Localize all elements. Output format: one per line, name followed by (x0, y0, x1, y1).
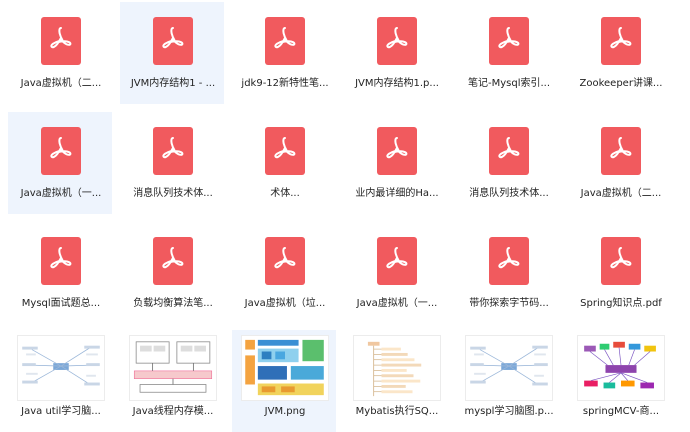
pdf-acrobat-icon (50, 247, 72, 269)
pdf-acrobat-icon (386, 137, 408, 159)
pdf-file-icon (41, 127, 81, 175)
file-name-label: Java虚拟机（二... (20, 78, 102, 89)
file-item[interactable]: 消息队列技术体... (120, 112, 224, 214)
file-name-label: Java虚拟机（垃... (244, 298, 326, 309)
file-name-label: 业内最详细的Ha... (355, 188, 439, 199)
file-item[interactable]: springMCV-商... (568, 330, 672, 432)
pdf-acrobat-icon (274, 27, 296, 49)
file-name-label: Java虚拟机（二... (580, 188, 662, 199)
file-item[interactable]: 笔记-Mysql索引... (456, 2, 560, 104)
image-thumbnail-icon (241, 335, 329, 401)
file-item[interactable]: 带你探索字节码... (456, 222, 560, 324)
pdf-acrobat-icon (162, 247, 184, 269)
file-item[interactable]: Java虚拟机（一... (8, 112, 112, 214)
pdf-file-icon (489, 237, 529, 285)
file-item[interactable]: 负载均衡算法笔... (120, 222, 224, 324)
file-name-label: Java虚拟机（一... (20, 188, 102, 199)
file-item[interactable]: 消息队列技术体... (456, 112, 560, 214)
file-name-label: myspl学习脑图.p... (464, 406, 554, 417)
pdf-file-icon (153, 127, 193, 175)
file-item[interactable]: Java虚拟机（一... (344, 222, 448, 324)
pdf-file-icon (265, 17, 305, 65)
file-name-label: 负载均衡算法笔... (133, 298, 213, 309)
file-name-label: Java线程内存模... (132, 406, 214, 417)
file-item[interactable]: 术体... (232, 112, 336, 214)
file-item[interactable]: Java util学习脑... (8, 330, 112, 432)
file-name-label: JVM内存结构1.p... (355, 78, 439, 89)
file-name-label: 消息队列技术体... (469, 188, 549, 199)
image-thumbnail-icon (353, 335, 441, 401)
pdf-acrobat-icon (386, 27, 408, 49)
file-name-label: 笔记-Mysql索引... (467, 78, 551, 89)
file-item[interactable]: JVM.png (232, 330, 336, 432)
file-item[interactable]: JVM内存结构1.p... (344, 2, 448, 104)
file-name-label: Mybatis执行SQ... (355, 406, 439, 417)
pdf-acrobat-icon (498, 137, 520, 159)
file-item[interactable]: Spring知识点.pdf (568, 222, 672, 324)
pdf-acrobat-icon (386, 247, 408, 269)
file-item[interactable]: Zookeeper讲课... (568, 2, 672, 104)
file-item[interactable]: Java虚拟机（二... (8, 2, 112, 104)
file-item[interactable]: Java虚拟机（垃... (232, 222, 336, 324)
pdf-file-icon (153, 237, 193, 285)
pdf-file-icon (41, 237, 81, 285)
pdf-file-icon (265, 127, 305, 175)
pdf-file-icon (377, 17, 417, 65)
pdf-acrobat-icon (498, 27, 520, 49)
file-name-label: Java虚拟机（一... (356, 298, 438, 309)
pdf-file-icon (601, 237, 641, 285)
file-item[interactable]: Mysql面试题总... (8, 222, 112, 324)
pdf-acrobat-icon (162, 137, 184, 159)
pdf-acrobat-icon (274, 247, 296, 269)
pdf-file-icon (601, 17, 641, 65)
file-item[interactable]: jdk9-12新特性笔... (232, 2, 336, 104)
pdf-acrobat-icon (610, 27, 632, 49)
pdf-file-icon (489, 127, 529, 175)
file-name-label: jdk9-12新特性笔... (241, 78, 329, 89)
file-item[interactable]: Java虚拟机（二... (568, 112, 672, 214)
pdf-file-icon (489, 17, 529, 65)
file-item[interactable]: Java线程内存模... (120, 330, 224, 432)
file-name-label: Spring知识点.pdf (580, 298, 662, 309)
pdf-acrobat-icon (498, 247, 520, 269)
file-name-label: Mysql面试题总... (21, 298, 101, 309)
file-item[interactable]: 业内最详细的Ha... (344, 112, 448, 214)
file-name-label: 消息队列技术体... (133, 188, 213, 199)
image-thumbnail-icon (129, 335, 217, 401)
pdf-acrobat-icon (274, 137, 296, 159)
file-item[interactable]: JVM内存结构1 - ... (120, 2, 224, 104)
file-name-label: JVM.png (264, 406, 306, 417)
image-thumbnail-icon (17, 335, 105, 401)
image-thumbnail-icon (577, 335, 665, 401)
file-name-label: Java util学习脑... (21, 406, 101, 417)
pdf-acrobat-icon (610, 137, 632, 159)
file-name-label: Zookeeper讲课... (579, 78, 663, 89)
pdf-acrobat-icon (162, 27, 184, 49)
image-thumbnail-icon (465, 335, 553, 401)
pdf-file-icon (265, 237, 305, 285)
file-name-label: springMCV-商... (582, 406, 660, 417)
file-name-label: JVM内存结构1 - ... (130, 78, 216, 89)
pdf-file-icon (153, 17, 193, 65)
file-item[interactable]: myspl学习脑图.p... (456, 330, 560, 432)
pdf-file-icon (377, 237, 417, 285)
pdf-acrobat-icon (610, 247, 632, 269)
pdf-file-icon (41, 17, 81, 65)
file-name-label: 带你探索字节码... (469, 298, 549, 309)
pdf-acrobat-icon (50, 27, 72, 49)
file-name-label: 术体... (270, 188, 300, 199)
pdf-file-icon (601, 127, 641, 175)
file-item[interactable]: Mybatis执行SQ... (344, 330, 448, 432)
file-grid: Java虚拟机（二... JVM内存结构1 - ... jdk9-12新特性笔...… (0, 0, 690, 432)
pdf-file-icon (377, 127, 417, 175)
pdf-acrobat-icon (50, 137, 72, 159)
